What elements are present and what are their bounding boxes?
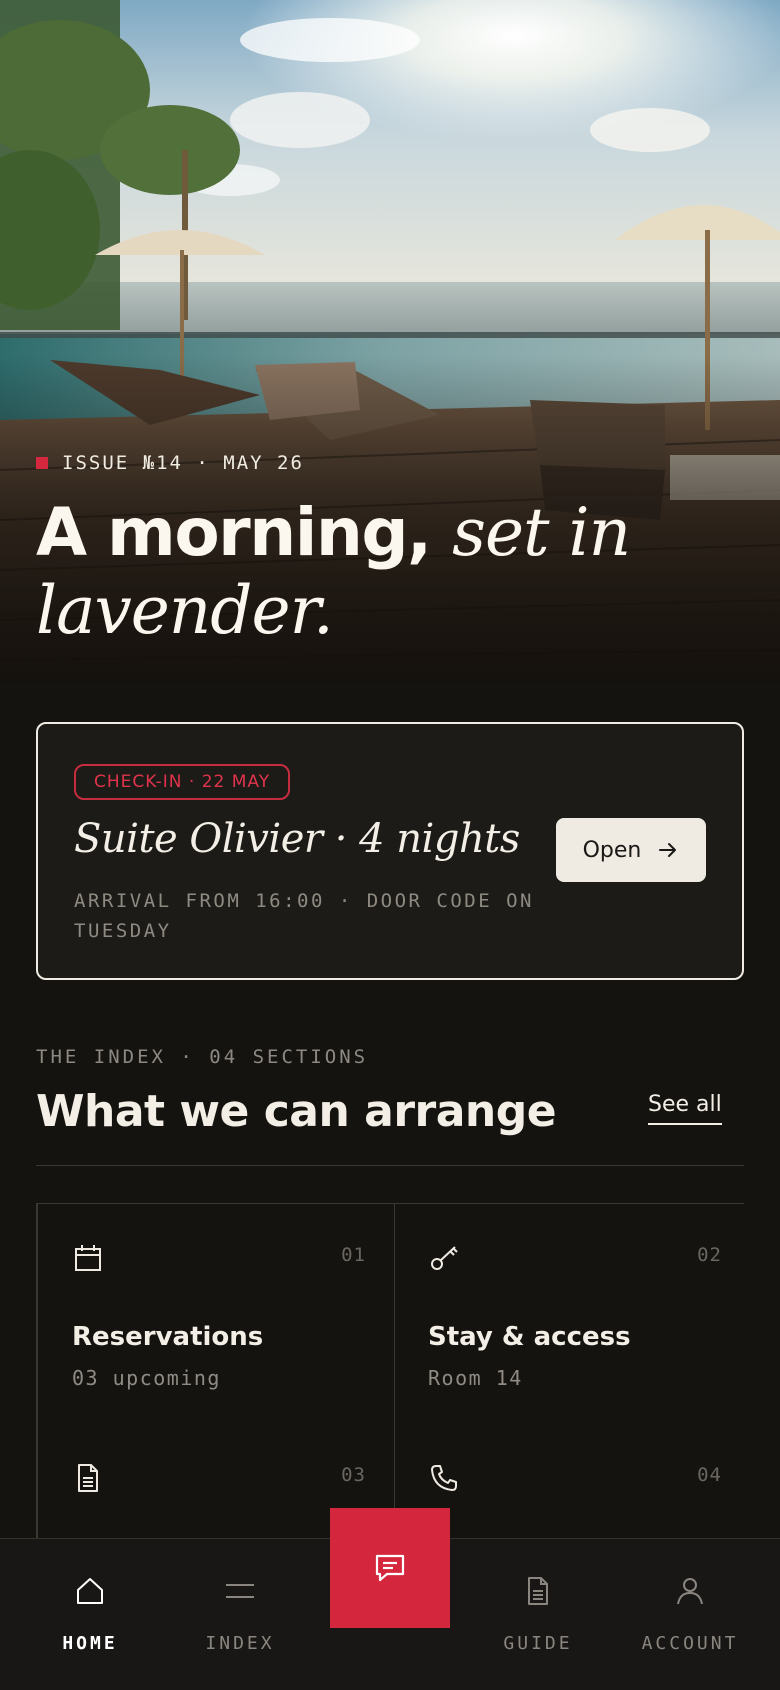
home-icon bbox=[77, 1578, 103, 1604]
tile-number: 02 bbox=[697, 1244, 722, 1266]
nav-account[interactable]: ACCOUNT bbox=[612, 1539, 768, 1690]
menu-icon bbox=[226, 1584, 254, 1598]
open-button[interactable]: Open bbox=[556, 818, 706, 882]
user-icon bbox=[677, 1578, 703, 1605]
tile-subtitle: Room 14 bbox=[428, 1366, 523, 1390]
booking-details: ARRIVAL FROM 16:00 · DOOR CODE ON TUESDA… bbox=[74, 890, 534, 942]
document-icon bbox=[528, 1577, 548, 1605]
tile-number: 01 bbox=[341, 1244, 366, 1266]
nav-label: HOME bbox=[62, 1633, 118, 1654]
phone-icon bbox=[431, 1465, 457, 1491]
see-all-link[interactable]: See all bbox=[648, 1092, 722, 1125]
section-title: What we can arrange bbox=[36, 1086, 557, 1137]
headline-plain: A morning, bbox=[36, 494, 432, 571]
open-button-label: Open bbox=[582, 837, 642, 863]
issue-label: ISSUE №14 · MAY 26 bbox=[36, 452, 304, 474]
booking-title: Suite Olivier · 4 nights bbox=[74, 816, 520, 862]
hero-banner: ISSUE №14 · MAY 26 A morning, set in lav… bbox=[0, 0, 780, 682]
section-divider bbox=[36, 1165, 744, 1166]
tile-number: 04 bbox=[697, 1464, 722, 1486]
nav-guide[interactable]: GUIDE bbox=[460, 1539, 616, 1690]
tile-title: Stay & access bbox=[428, 1322, 631, 1352]
issue-text: ISSUE №14 · MAY 26 bbox=[62, 452, 304, 474]
tile-reservations[interactable]: 01 Reservations 03 upcoming bbox=[38, 1204, 392, 1424]
nav-label: GUIDE bbox=[503, 1633, 573, 1654]
nav-label: ACCOUNT bbox=[641, 1633, 739, 1654]
chat-button[interactable] bbox=[330, 1508, 450, 1628]
nav-index[interactable]: INDEX bbox=[162, 1539, 318, 1690]
arrow-right-icon bbox=[659, 843, 677, 857]
checkin-card[interactable]: CHECK-IN · 22 MAY Suite Olivier · 4 nigh… bbox=[36, 722, 744, 980]
accent-square-icon bbox=[36, 457, 48, 469]
nav-label: INDEX bbox=[205, 1633, 275, 1654]
key-icon bbox=[431, 1246, 458, 1270]
calendar-icon bbox=[75, 1245, 101, 1271]
hero-headline: A morning, set in lavender. bbox=[36, 494, 756, 650]
tile-stay-access[interactable]: 02 Stay & access Room 14 bbox=[394, 1204, 748, 1424]
section-eyebrow: THE INDEX · 04 SECTIONS bbox=[36, 1046, 369, 1068]
checkin-badge: CHECK-IN · 22 MAY bbox=[74, 764, 291, 800]
chat-icon bbox=[375, 1554, 405, 1582]
tile-number: 03 bbox=[341, 1464, 366, 1486]
document-icon bbox=[78, 1464, 98, 1492]
tile-subtitle: 03 upcoming bbox=[72, 1366, 221, 1390]
nav-home[interactable]: HOME bbox=[12, 1539, 168, 1690]
tile-title: Reservations bbox=[72, 1322, 264, 1352]
